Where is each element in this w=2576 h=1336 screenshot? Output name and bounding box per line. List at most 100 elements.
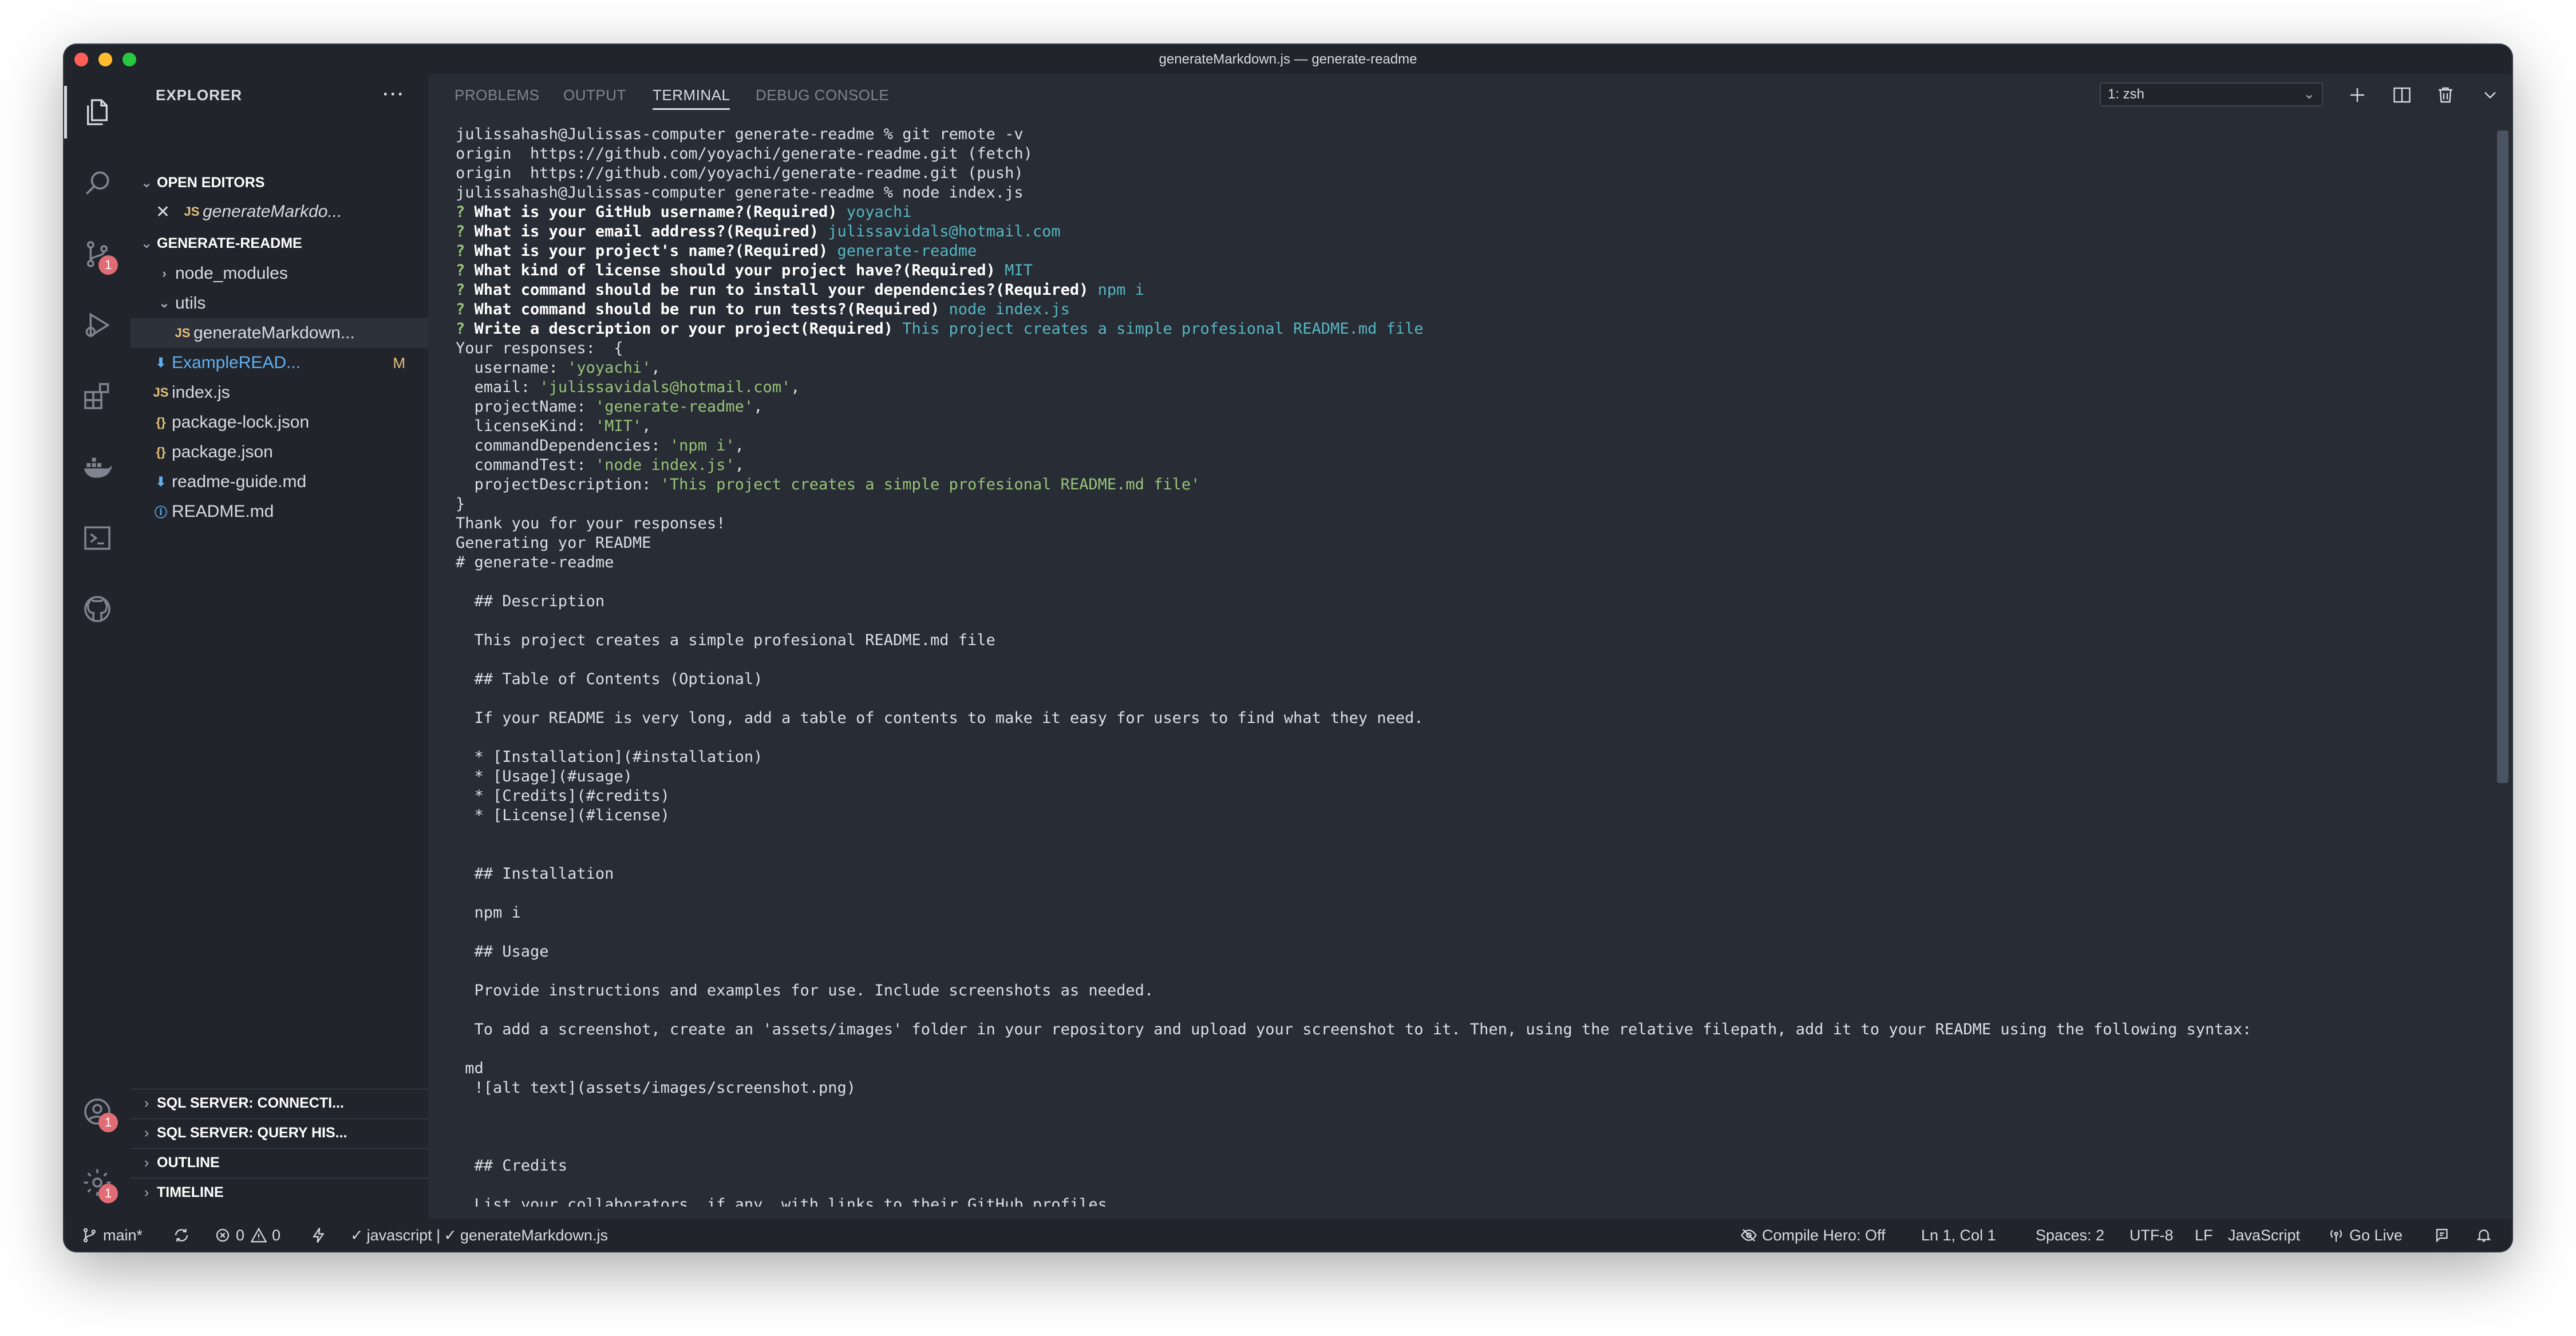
chevron-down-icon: ⌄ — [2303, 86, 2315, 102]
terminal-scrollbar[interactable] — [2497, 131, 2508, 783]
source-control-icon[interactable]: 1 — [80, 237, 118, 275]
remote-explorer-icon[interactable] — [80, 521, 114, 555]
cursor-position[interactable]: Ln 1, Col 1 — [1921, 1219, 1996, 1251]
terminal-text: ? — [456, 320, 475, 338]
files-icon[interactable] — [80, 95, 114, 129]
terminal-line: * [License](#license) — [456, 806, 2476, 825]
eslint-status[interactable]: ✓ javascript | ✓ generateMarkdown.js — [350, 1219, 608, 1251]
tab-output[interactable]: OUTPUT — [563, 74, 626, 116]
terminal-text: Your responses: { — [456, 339, 623, 357]
terminal-line: If your README is very long, add a table… — [456, 709, 2476, 728]
terminal-text: * [Usage](#usage) — [456, 768, 633, 785]
maximize-window-button[interactable] — [123, 53, 136, 66]
extensions-icon[interactable] — [80, 379, 114, 413]
open-editors-section[interactable]: ⌄ OPEN EDITORS — [131, 168, 428, 197]
terminal-text: ? — [456, 301, 475, 318]
sync-icon[interactable] — [173, 1219, 195, 1251]
terminal-select[interactable]: 1: zsh ⌄ — [2100, 82, 2323, 106]
outline-section[interactable]: › OUTLINE — [131, 1148, 428, 1177]
open-editor-item[interactable]: ✕ JS generateMarkdo... — [131, 197, 428, 227]
run-debug-icon[interactable] — [80, 308, 114, 342]
encoding[interactable]: UTF-8 — [2129, 1219, 2174, 1251]
terminal-text: ## Usage — [456, 943, 549, 961]
terminal-text: * [Credits](#credits) — [456, 787, 670, 805]
tab-debug-console[interactable]: DEBUG CONSOLE — [756, 74, 889, 116]
terminal-text: julissavidals@hotmail.com — [828, 223, 1061, 240]
settings-gear-icon[interactable]: 1 — [80, 1165, 118, 1203]
tree-file-readme[interactable]: ⓘ README.md — [131, 497, 428, 527]
open-editors-label: OPEN EDITORS — [157, 174, 265, 191]
tree-folder-node-modules[interactable]: › node_modules — [131, 259, 428, 288]
chevron-down-icon[interactable] — [2480, 85, 2503, 108]
compile-hero-status[interactable]: Compile Hero: Off — [1740, 1219, 1886, 1251]
more-actions-icon[interactable]: ··· — [383, 85, 405, 104]
terminal-line: Thank you for your responses! — [456, 514, 2476, 533]
compile-hero-label: Compile Hero: Off — [1762, 1226, 1886, 1244]
close-window-button[interactable] — [74, 53, 88, 66]
new-terminal-icon[interactable] — [2347, 85, 2370, 108]
sql-connections-section[interactable]: › SQL SERVER: CONNECTI... — [131, 1089, 428, 1117]
end-of-line[interactable]: LF — [2195, 1219, 2213, 1251]
feedback-icon[interactable] — [2434, 1219, 2456, 1251]
terminal-line: * [Credits](#credits) — [456, 786, 2476, 806]
accounts-badge: 1 — [98, 1113, 118, 1132]
close-editor-icon[interactable]: ✕ — [156, 202, 181, 222]
terminal-text: 'julissavidals@hotmail.com' — [539, 378, 791, 396]
tab-terminal[interactable]: TERMINAL — [653, 74, 730, 116]
terminal-output[interactable]: julissahash@Julissas-computer generate-r… — [456, 125, 2476, 1207]
tree-file-package[interactable]: {} package.json — [131, 437, 428, 467]
project-section[interactable]: ⌄ GENERATE-README — [131, 229, 428, 258]
terminal-text: ## Table of Contents (Optional) — [456, 670, 763, 688]
terminal-text: , — [651, 359, 661, 377]
terminal-text: Write a description or your project(Requ… — [474, 320, 903, 338]
tree-folder-utils[interactable]: ⌄ utils — [131, 288, 428, 318]
tree-item-label: package-lock.json — [172, 413, 310, 432]
timeline-section[interactable]: › TIMELINE — [131, 1178, 428, 1207]
accounts-icon[interactable]: 1 — [80, 1094, 118, 1132]
terminal-text: ![alt text](assets/images/screenshot.png… — [456, 1079, 856, 1097]
github-icon[interactable] — [80, 592, 114, 626]
lightning-icon[interactable] — [310, 1219, 332, 1251]
split-terminal-icon[interactable] — [2392, 85, 2415, 108]
indentation[interactable]: Spaces: 2 — [2036, 1219, 2104, 1251]
terminal-text: ? — [456, 281, 475, 299]
go-live-button[interactable]: Go Live — [2328, 1219, 2403, 1251]
terminal-line: username: 'yoyachi', — [456, 358, 2476, 378]
tree-item-label: package.json — [172, 442, 273, 461]
terminal-text: } — [456, 495, 465, 513]
docker-icon[interactable] — [80, 450, 114, 484]
problems-indicator[interactable]: 0 0 — [214, 1219, 280, 1251]
terminal-text: , — [791, 378, 800, 396]
terminal-line: julissahash@Julissas-computer generate-r… — [456, 125, 2476, 144]
terminal-text: What is your email address?(Required) — [474, 223, 828, 240]
terminal-text: This project creates a simple profesiona… — [902, 320, 1424, 338]
terminal-line: email: 'julissavidals@hotmail.com', — [456, 378, 2476, 397]
branch-indicator[interactable]: main* — [81, 1219, 143, 1251]
tree-file-readme-guide[interactable]: ⬇ readme-guide.md — [131, 467, 428, 497]
terminal-line: ? What command should be run to run test… — [456, 300, 2476, 319]
tree-file-index[interactable]: JS index.js — [131, 378, 428, 408]
language-mode[interactable]: JavaScript — [2228, 1219, 2300, 1251]
terminal-text: npm i — [456, 904, 521, 922]
sql-query-history-section[interactable]: › SQL SERVER: QUERY HIS... — [131, 1118, 428, 1147]
terminal-text: commandTest: — [456, 456, 595, 474]
terminal-text: What is your project's name?(Required) — [474, 242, 837, 260]
terminal-line: commandTest: 'node index.js', — [456, 456, 2476, 475]
terminal-text: npm i — [1097, 281, 1144, 299]
terminal-text: Generating yor README — [456, 534, 651, 552]
search-icon[interactable] — [80, 166, 114, 200]
terminal-line: } — [456, 495, 2476, 514]
terminal-text: * [License](#license) — [456, 807, 670, 824]
tree-file-examplereadme[interactable]: ⬇ ExampleREAD... M — [131, 348, 428, 378]
chevron-right-icon: › — [144, 1184, 149, 1200]
tree-file-package-lock[interactable]: {} package-lock.json — [131, 408, 428, 437]
tree-file-generatemarkdown[interactable]: JS generateMarkdown... — [131, 318, 428, 348]
trash-icon[interactable] — [2435, 85, 2458, 108]
tab-problems[interactable]: PROBLEMS — [455, 74, 540, 116]
tree-item-label: index.js — [172, 383, 230, 402]
notifications-bell-icon[interactable] — [2475, 1219, 2497, 1251]
minimize-window-button[interactable] — [98, 53, 112, 66]
terminal-text: ? — [456, 242, 475, 260]
terminal-line: licenseKind: 'MIT', — [456, 417, 2476, 436]
